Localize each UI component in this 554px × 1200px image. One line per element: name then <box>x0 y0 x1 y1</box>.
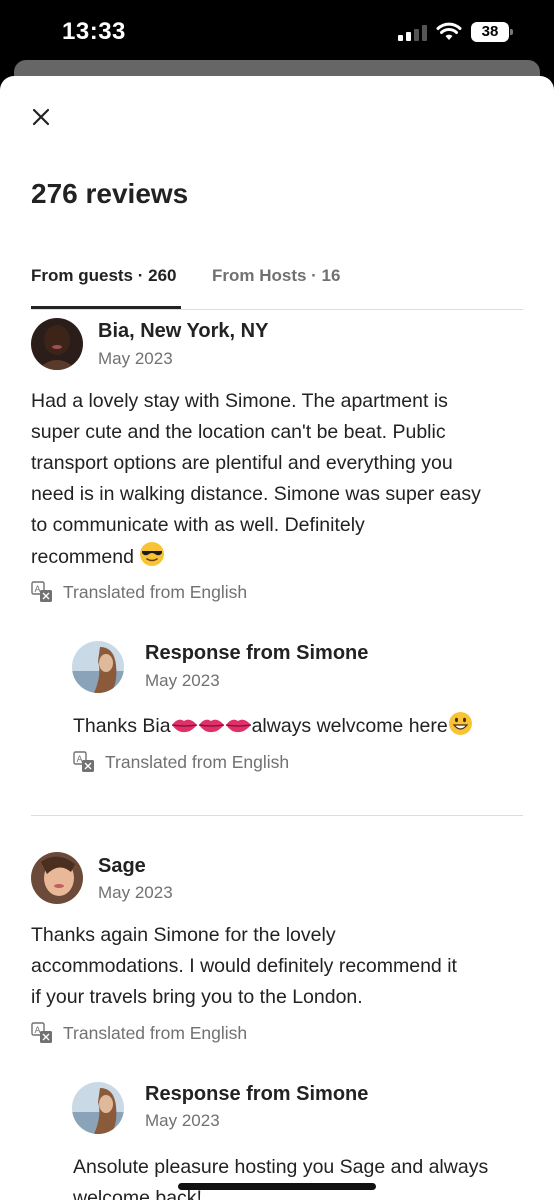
avatar[interactable] <box>31 852 83 904</box>
wifi-icon <box>436 22 462 40</box>
response-text: Thanks Bia always welvcome here <box>73 711 473 742</box>
home-indicator[interactable] <box>178 1183 376 1190</box>
review-date: May 2023 <box>98 883 173 902</box>
tab-from-hosts[interactable]: From Hosts · 16 <box>212 266 340 286</box>
close-icon[interactable] <box>28 104 54 130</box>
response-date: May 2023 <box>145 671 220 690</box>
translate-icon: A <box>73 751 94 772</box>
review-text: Thanks again Simone for the lovely accom… <box>31 924 457 1008</box>
status-time: 13:33 <box>62 18 126 45</box>
translate-icon: A <box>31 1022 52 1043</box>
reviewer-name: Sage <box>98 855 146 877</box>
avatar[interactable] <box>31 318 83 370</box>
grinning-emoji-icon <box>448 712 472 735</box>
battery-icon: 38 <box>471 22 513 42</box>
translate-icon: A <box>31 581 52 602</box>
sunglasses-emoji-icon <box>140 542 165 566</box>
translated-note: A Translated from English <box>31 1022 247 1044</box>
response-text: Ansolute pleasure hosting you Sage and a… <box>73 1156 489 1200</box>
reviews-sheet: 276 reviews From guests · 260 From Hosts… <box>0 76 554 1200</box>
response-title: Response from Simone <box>145 642 369 664</box>
page-title: 276 reviews <box>31 178 189 209</box>
cellular-signal-icon <box>398 25 428 41</box>
review-divider <box>31 815 523 816</box>
host-avatar[interactable] <box>72 1082 124 1134</box>
tab-from-guests[interactable]: From guests · 260 <box>31 266 181 309</box>
lips-emoji-icon <box>171 719 251 733</box>
translated-note: A Translated from English <box>31 581 247 603</box>
response-date: May 2023 <box>145 1111 220 1130</box>
review-text: Had a lovely stay with Simone. The apart… <box>31 390 481 568</box>
status-bar: 13:33 38 <box>0 0 554 62</box>
review-date: May 2023 <box>98 349 173 368</box>
host-avatar[interactable] <box>72 641 124 693</box>
response-title: Response from Simone <box>145 1083 369 1105</box>
reviewer-name: Bia, New York, NY <box>98 320 269 342</box>
translated-note: A Translated from English <box>73 751 289 773</box>
review-tabs: From guests · 260 From Hosts · 16 <box>31 266 523 310</box>
